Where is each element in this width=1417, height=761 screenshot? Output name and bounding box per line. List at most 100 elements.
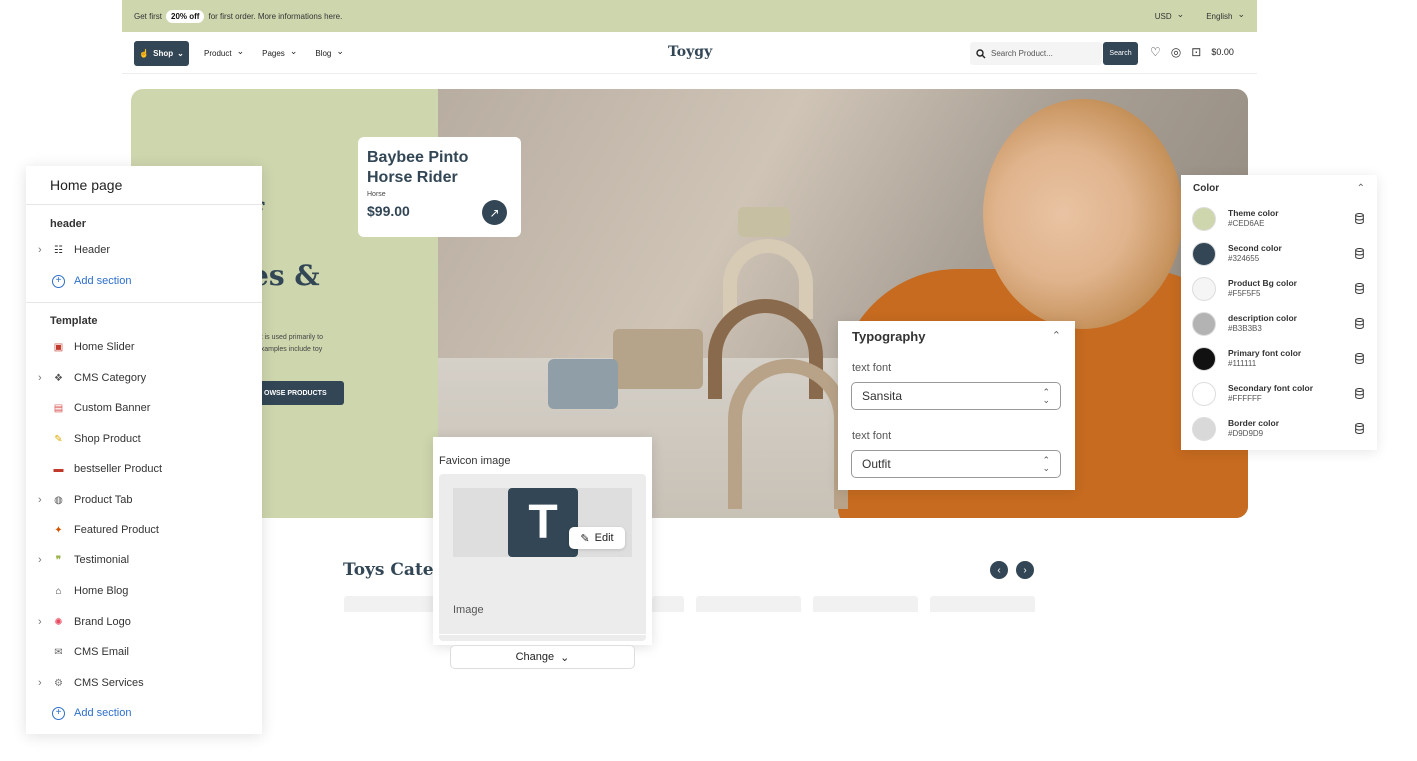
wishlist-icon[interactable]: ♡ (1150, 45, 1161, 59)
hero-slider: f es & that is used primarily to e examp… (131, 89, 1248, 518)
database-icon[interactable] (1355, 283, 1364, 294)
color-swatch[interactable] (1192, 382, 1216, 406)
favicon-picker: T ✎ Edit Image Change ⌄ (439, 474, 646, 669)
add-section-template-button[interactable]: + Add section (26, 702, 262, 724)
promo-suffix[interactable]: for first order. More informations here. (208, 12, 342, 21)
sidebar-item-label: Shop Product (74, 433, 141, 445)
font-select-value: Outfit (862, 457, 891, 471)
sidebar-item-cms-email[interactable]: ✉ CMS Email (26, 641, 262, 663)
add-section-header-button[interactable]: + Add section (26, 270, 262, 292)
chevron-right-icon[interactable]: › (38, 244, 42, 256)
chevron-right-icon[interactable]: › (38, 372, 42, 384)
chevron-up-icon[interactable]: ⌃ (1052, 329, 1061, 342)
sidebar-item-shop-product[interactable]: ✎ Shop Product (26, 428, 262, 450)
font-select[interactable]: Outfit ⌃ ⌄ (851, 450, 1061, 478)
favicon-tile: T (508, 488, 578, 557)
brand-icon: ✺ (54, 616, 63, 628)
sidebar-item-label: bestseller Product (74, 463, 163, 475)
sidebar-item-bestseller-product[interactable]: ▬ bestseller Product (26, 458, 262, 480)
category-card[interactable] (652, 596, 684, 612)
chevron-right-icon[interactable]: › (38, 677, 42, 689)
color-hex: #CED6AE (1228, 219, 1265, 228)
chevron-right-icon[interactable]: › (38, 554, 42, 566)
menu-item-pages[interactable]: Pages (262, 48, 297, 59)
database-icon[interactable] (1355, 353, 1364, 364)
search-input[interactable]: Search Product... (970, 42, 1102, 65)
chevron-right-icon[interactable]: › (38, 616, 42, 628)
sidebar-item-home-blog[interactable]: ⌂ Home Blog (26, 580, 262, 602)
brand-logo[interactable]: Toygy (668, 44, 712, 60)
font-select[interactable]: Sansita ⌃ ⌄ (851, 382, 1061, 410)
currency-select[interactable]: USD (1155, 11, 1184, 22)
shop-button[interactable]: ☝ Shop ⌄ (134, 41, 189, 66)
color-setting-row[interactable]: Product Bg color #F5F5F5 (1181, 275, 1377, 305)
divider (439, 634, 646, 635)
sidebar-item-home-slider[interactable]: ▣ Home Slider (26, 336, 262, 358)
select-arrows-icon: ⌃ ⌄ (1042, 455, 1050, 473)
sidebar-item-cms-category[interactable]: › ❖ CMS Category (26, 367, 262, 389)
color-setting-row[interactable]: Border color #D9D9D9 (1181, 415, 1377, 445)
sidebar-item-cms-services[interactable]: › ⚙ CMS Services (26, 672, 262, 694)
stack-block (738, 207, 790, 237)
browse-products-button[interactable]: OWSE PRODUCTS (256, 381, 344, 405)
database-icon[interactable] (1355, 388, 1364, 399)
database-icon[interactable] (1355, 213, 1364, 224)
color-swatch[interactable] (1192, 242, 1216, 266)
header-group-heading: header (50, 218, 87, 230)
text-font-label: text font (852, 362, 892, 374)
sidebar-item-product-tab[interactable]: › ◍ Product Tab (26, 489, 262, 511)
sidebar-item-label: Featured Product (74, 524, 159, 536)
color-setting-row[interactable]: Second color #324655 (1181, 240, 1377, 270)
arrow-up-right-icon[interactable]: ↗ (482, 200, 507, 225)
color-name: Second color (1228, 243, 1282, 253)
category-card[interactable] (696, 596, 801, 612)
product-card[interactable]: Baybee Pinto Horse Rider Horse $99.00 ↗ (358, 137, 521, 237)
sidebar-item-featured-product[interactable]: ✦ Featured Product (26, 519, 262, 541)
sidebar-item-label: CMS Category (74, 372, 147, 384)
sidebar-item-label: Product Tab (74, 494, 133, 506)
color-swatch[interactable] (1192, 347, 1216, 371)
sidebar-item-label: Home Blog (74, 585, 129, 597)
chevron-left-icon[interactable]: ‹ (990, 561, 1008, 579)
color-setting-row[interactable]: description color #B3B3B3 (1181, 310, 1377, 340)
featured-icon: ✦ (54, 524, 63, 536)
edit-favicon-button[interactable]: ✎ Edit (569, 527, 625, 549)
color-hex: #B3B3B3 (1228, 324, 1262, 333)
color-swatch[interactable] (1192, 312, 1216, 336)
database-icon[interactable] (1355, 248, 1364, 259)
category-card[interactable] (813, 596, 918, 612)
promo-prefix: Get first (134, 12, 163, 21)
product-icon: ✎ (54, 433, 63, 445)
cart-icon[interactable]: ⊡ (1191, 45, 1201, 59)
chevron-right-icon[interactable]: › (1016, 561, 1034, 579)
account-icon[interactable]: ◎ (1171, 45, 1181, 59)
menu-item-blog[interactable]: Blog (315, 48, 344, 59)
sidebar-item-custom-banner[interactable]: ▤ Custom Banner (26, 397, 262, 419)
search-button[interactable]: Search (1103, 42, 1138, 65)
menu-item-product[interactable]: Product (204, 48, 244, 59)
image-label: Image (453, 604, 484, 616)
color-setting-row[interactable]: Secondary font color #FFFFFF (1181, 380, 1377, 410)
sidebar-item-header[interactable]: › ☷ Header (26, 239, 262, 261)
language-select[interactable]: English (1206, 11, 1245, 22)
category-card[interactable] (930, 596, 1035, 612)
color-swatch[interactable] (1192, 417, 1216, 441)
change-favicon-button[interactable]: Change ⌄ (450, 645, 635, 669)
sidebar-item-label: Home Slider (74, 341, 135, 353)
chevron-up-icon[interactable]: ⌃ (1357, 183, 1365, 194)
color-setting-row[interactable]: Primary font color #111111 (1181, 345, 1377, 375)
database-icon[interactable] (1355, 318, 1364, 329)
store-preview: Get first 20% off for first order. More … (122, 0, 1257, 620)
banner-icon: ▤ (53, 402, 64, 414)
product-category: Horse (367, 191, 386, 198)
child-head-shape (983, 99, 1183, 329)
sidebar-item-testimonial[interactable]: › ❞ Testimonial (26, 549, 262, 571)
promo-text: Get first 20% off for first order. More … (134, 10, 342, 23)
color-swatch[interactable] (1192, 207, 1216, 231)
color-swatch[interactable] (1192, 277, 1216, 301)
sidebar-item-brand-logo[interactable]: › ✺ Brand Logo (26, 611, 262, 633)
color-setting-row[interactable]: Theme color #CED6AE (1181, 205, 1377, 235)
database-icon[interactable] (1355, 423, 1364, 434)
chevron-right-icon[interactable]: › (38, 494, 42, 506)
email-icon: ✉ (54, 646, 63, 658)
